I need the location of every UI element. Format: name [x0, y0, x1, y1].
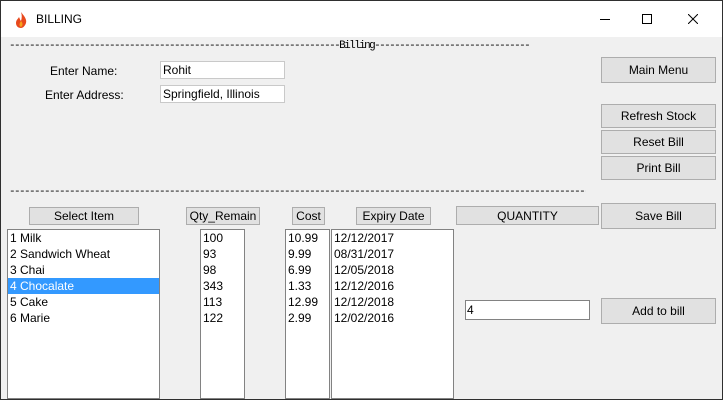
title-bar[interactable]: BILLING: [1, 1, 722, 37]
expiry-listbox[interactable]: 12/12/2017 08/31/2017 12/05/2018 12/12/2…: [331, 229, 454, 399]
list-item[interactable]: 6 Marie: [8, 310, 159, 326]
expiry-date-header[interactable]: Expiry Date: [356, 207, 431, 225]
app-feather-icon: [16, 12, 27, 28]
list-item[interactable]: 5 Cake: [8, 294, 159, 310]
name-input[interactable]: [160, 61, 285, 79]
list-item[interactable]: 9.99: [286, 246, 329, 262]
select-item-header[interactable]: Select Item: [29, 207, 139, 225]
list-item[interactable]: 1 Milk: [8, 230, 159, 246]
list-item[interactable]: 12.99: [286, 294, 329, 310]
list-item[interactable]: 93: [201, 246, 244, 262]
main-menu-button[interactable]: Main Menu: [601, 57, 716, 83]
list-item[interactable]: 2.99: [286, 310, 329, 326]
name-label: Enter Name:: [50, 64, 118, 78]
list-item[interactable]: 12/12/2017: [332, 230, 453, 246]
print-bill-button[interactable]: Print Bill: [601, 156, 716, 180]
list-item[interactable]: 12/02/2016: [332, 310, 453, 326]
close-icon: [688, 14, 698, 24]
items-listbox[interactable]: 1 Milk 2 Sandwich Wheat 3 Chai 4 Chocala…: [7, 229, 160, 399]
billing-separator: ----------------------------------------…: [9, 40, 529, 52]
quantity-input[interactable]: [465, 300, 590, 320]
qty-remain-header[interactable]: Qty_Remain: [186, 207, 260, 225]
quantity-header: QUANTITY: [456, 206, 599, 225]
list-item[interactable]: 98: [201, 262, 244, 278]
list-item[interactable]: 6.99: [286, 262, 329, 278]
list-item-selected[interactable]: 4 Chocalate: [8, 278, 159, 294]
list-item[interactable]: 122: [201, 310, 244, 326]
qty-remain-listbox[interactable]: 100 93 98 343 113 122: [200, 229, 245, 399]
window-title: BILLING: [36, 12, 83, 26]
close-button[interactable]: [670, 1, 716, 37]
address-input[interactable]: [160, 85, 285, 103]
list-item[interactable]: 113: [201, 294, 244, 310]
reset-bill-button[interactable]: Reset Bill: [601, 130, 716, 154]
list-item[interactable]: 343: [201, 278, 244, 294]
address-label: Enter Address:: [45, 88, 124, 102]
billing-window: BILLING --------------------------------…: [0, 0, 723, 400]
client-area: ----------------------------------------…: [1, 37, 722, 399]
list-item[interactable]: 100: [201, 230, 244, 246]
refresh-stock-button[interactable]: Refresh Stock: [601, 104, 716, 128]
save-bill-button[interactable]: Save Bill: [601, 203, 716, 229]
minimize-button[interactable]: [582, 1, 628, 37]
section-separator: ----------------------------------------…: [9, 186, 586, 198]
maximize-button[interactable]: [624, 1, 670, 37]
list-item[interactable]: 12/12/2018: [332, 294, 453, 310]
list-item[interactable]: 3 Chai: [8, 262, 159, 278]
list-item[interactable]: 10.99: [286, 230, 329, 246]
list-item[interactable]: 12/05/2018: [332, 262, 453, 278]
list-item[interactable]: 08/31/2017: [332, 246, 453, 262]
cost-header[interactable]: Cost: [292, 207, 325, 225]
list-item[interactable]: 1.33: [286, 278, 329, 294]
cost-listbox[interactable]: 10.99 9.99 6.99 1.33 12.99 2.99: [285, 229, 330, 399]
add-to-bill-button[interactable]: Add to bill: [601, 298, 716, 324]
list-item[interactable]: 2 Sandwich Wheat: [8, 246, 159, 262]
list-item[interactable]: 12/12/2016: [332, 278, 453, 294]
minimize-icon: [600, 19, 610, 20]
maximize-icon: [642, 14, 652, 24]
